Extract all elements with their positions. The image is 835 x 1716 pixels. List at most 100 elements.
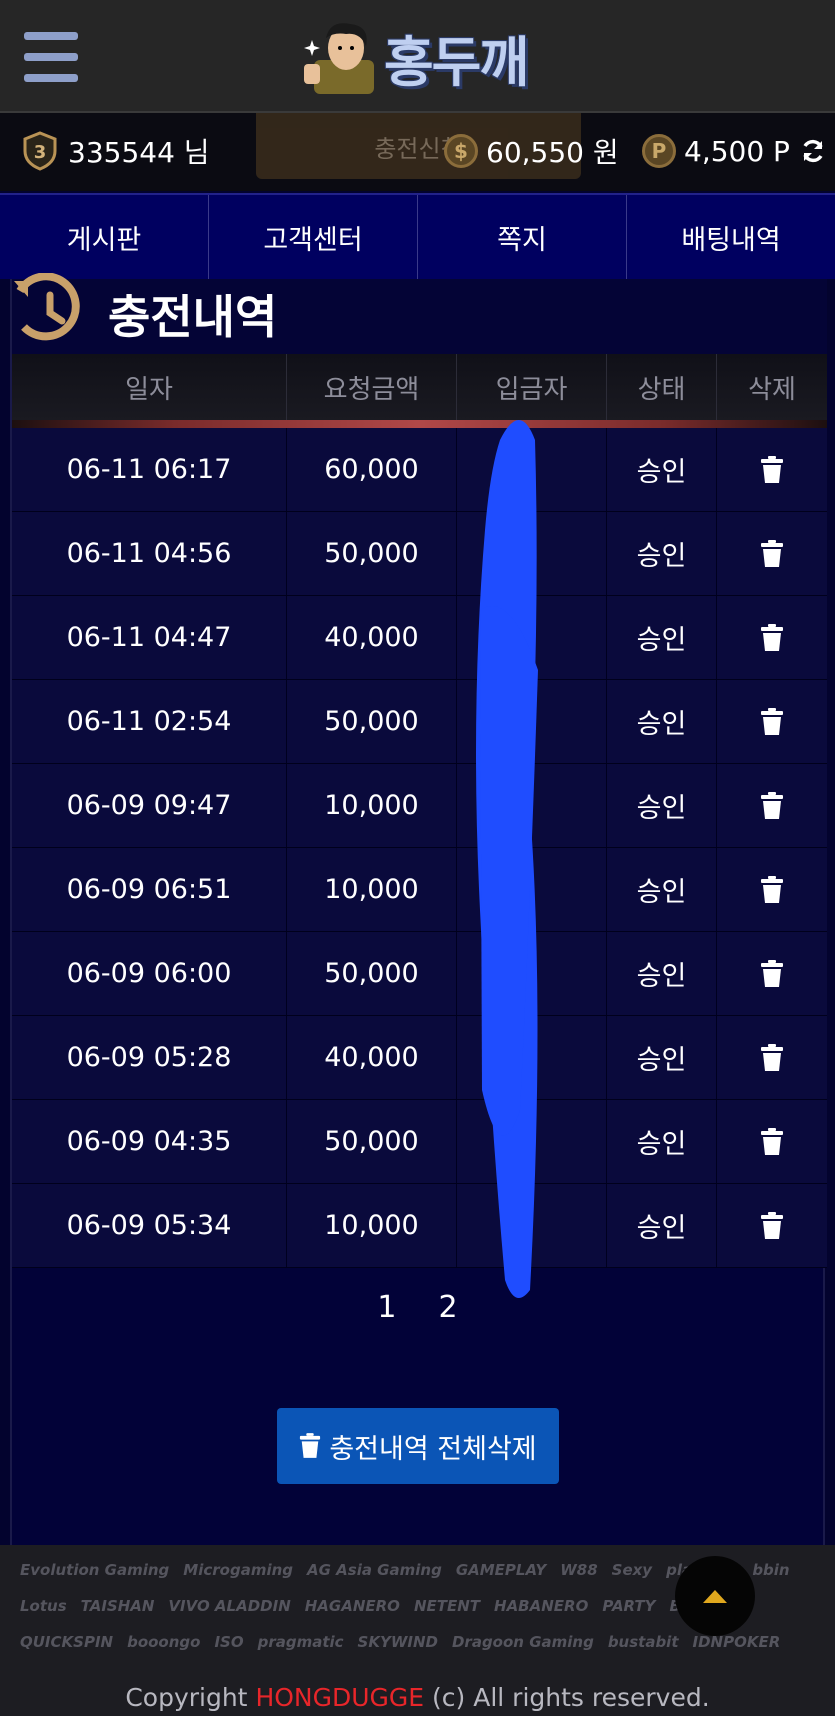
cell-status: 승인 [607,1016,717,1099]
coin-icon: $ [444,134,478,168]
delete-row-button[interactable] [717,764,827,847]
delete-all-button[interactable]: 충전내역 전체삭제 [277,1408,559,1484]
tab-messages[interactable]: 쪽지 [418,195,627,279]
provider-logo: ISO [214,1633,244,1651]
pagination: 1 2 [0,1290,835,1325]
username: 335544 님 [68,136,210,169]
money-balance: $ 60,550 원 [444,129,619,173]
table-row: 06-11 02:54 50,000 승인 [12,680,827,764]
delete-row-button[interactable] [717,1184,827,1267]
header-depositor: 입금자 [457,354,607,428]
cell-amount: 60,000 [287,428,457,511]
cell-depositor [457,596,607,679]
history-icon [14,273,80,341]
top-bar: 홍두깨 [0,0,835,113]
mascot-icon [304,23,374,94]
table-row: 06-11 04:56 50,000 승인 [12,512,827,596]
charge-history-table: 일자 요청금액 입금자 상태 삭제 06-11 06:17 60,000 승인 06-… [12,354,827,1268]
cell-amount: 10,000 [287,848,457,931]
level-badge-icon: 3 [23,131,57,171]
refresh-icon[interactable] [800,138,826,164]
provider-logo: Lotus [20,1597,67,1615]
user-info: 3 335544 님 [22,129,210,173]
tab-board[interactable]: 게시판 [0,195,209,279]
nav-tabs: 게시판 고객센터 쪽지 배팅내역 [0,193,835,279]
cell-amount: 50,000 [287,1100,457,1183]
table-row: 06-09 06:51 10,000 승인 [12,848,827,932]
cell-status: 승인 [607,680,717,763]
cell-amount: 40,000 [287,1016,457,1099]
cell-date: 06-11 06:17 [12,428,287,511]
table-row: 06-09 05:34 10,000 승인 [12,1184,827,1268]
trash-icon [761,791,783,819]
hamburger-icon[interactable] [24,32,78,82]
table-row: 06-09 06:00 50,000 승인 [12,932,827,1016]
page-title: 충전내역 [108,290,278,344]
scroll-top-button[interactable] [675,1556,755,1636]
provider-logo: Microgaming [183,1561,294,1579]
provider-logo: HABANERO [494,1597,589,1615]
provider-logo: QUICKSPIN [20,1633,114,1651]
tab-customer-center[interactable]: 고객센터 [209,195,418,279]
provider-logo: booongo [127,1633,201,1651]
provider-logo: AG Asia Gaming [307,1561,442,1579]
page-2[interactable]: 2 [439,1290,458,1325]
provider-logo: HAGANERO [304,1597,400,1615]
cell-status: 승인 [607,1184,717,1267]
cell-status: 승인 [607,764,717,847]
table-row: 06-09 05:28 40,000 승인 [12,1016,827,1100]
table-header: 일자 요청금액 입금자 상태 삭제 [12,354,827,428]
cell-status: 승인 [607,932,717,1015]
cell-depositor [457,1184,607,1267]
delete-row-button[interactable] [717,680,827,763]
cell-amount: 40,000 [287,596,457,679]
delete-row-button[interactable] [717,1016,827,1099]
header-status: 상태 [607,354,717,428]
delete-row-button[interactable] [717,428,827,511]
cell-status: 승인 [607,512,717,595]
section-header: 충전내역 [12,273,827,354]
cell-amount: 50,000 [287,932,457,1015]
cell-depositor [457,1100,607,1183]
cell-depositor [457,932,607,1015]
tab-betting-history[interactable]: 배팅내역 [627,195,835,279]
money-amount: 60,550 원 [486,136,619,169]
point-amount: 4,500 P [684,134,790,168]
delete-row-button[interactable] [717,512,827,595]
page: 홍두깨 충전신청 3 335544 님 $ 60,550 원 P 4,500 P [0,0,835,1716]
delete-row-button[interactable] [717,596,827,679]
trash-icon [761,1127,783,1155]
logo[interactable]: 홍두깨 [300,18,529,96]
header-delete: 삭제 [748,374,796,405]
delete-row-button[interactable] [717,1100,827,1183]
provider-logo: GAMEPLAY [455,1561,547,1579]
main-content: 충전내역 일자 요청금액 입금자 상태 삭제 06-11 06:17 60,000… [10,273,827,1545]
cell-amount: 50,000 [287,680,457,763]
level-number: 3 [34,142,47,163]
provider-logo: bustabit [607,1633,679,1651]
trash-icon [761,1043,783,1071]
cell-status: 승인 [607,1100,717,1183]
cell-date: 06-11 04:56 [12,512,287,595]
table-row: 06-11 04:47 40,000 승인 [12,596,827,680]
delete-row-button[interactable] [717,848,827,931]
table-row: 06-09 04:35 50,000 승인 [12,1100,827,1184]
cell-depositor [457,512,607,595]
cell-amount: 10,000 [287,1184,457,1267]
cell-status: 승인 [607,848,717,931]
provider-logo: NETENT [413,1597,481,1615]
cell-status: 승인 [607,596,717,679]
trash-icon [761,959,783,987]
cell-depositor [457,848,607,931]
point-balance: P 4,500 P [642,129,826,173]
provider-logo: SKYWIND [357,1633,438,1651]
page-1[interactable]: 1 [377,1290,396,1325]
cell-depositor [457,1016,607,1099]
delete-row-button[interactable] [717,932,827,1015]
logo-text: 홍두깨 [384,30,529,94]
trash-icon [761,707,783,735]
provider-logo: Sexy [611,1561,653,1579]
table-row: 06-09 09:47 10,000 승인 [12,764,827,848]
cell-depositor [457,764,607,847]
cell-date: 06-09 06:51 [12,848,287,931]
